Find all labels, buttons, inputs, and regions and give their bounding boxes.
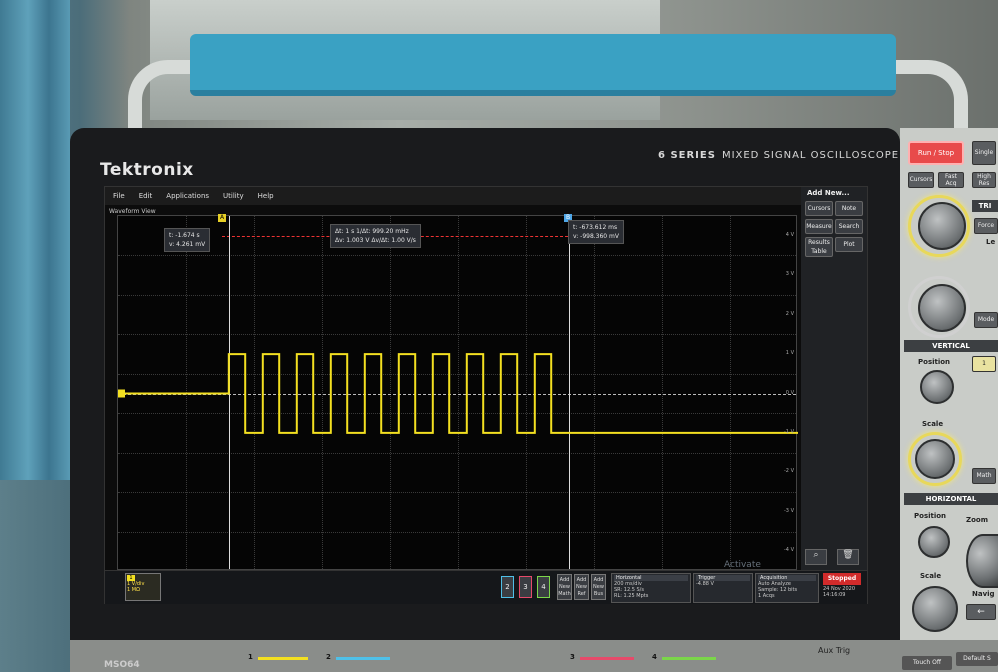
mode-button[interactable]: Mode	[974, 312, 998, 328]
add-new-panel: Add New... Cursors Note Measure Search R…	[801, 187, 867, 570]
curtain	[0, 0, 70, 480]
ch4-front-label: 4	[652, 653, 657, 661]
vertical-scale-label: Scale	[922, 420, 944, 428]
add-new-title: Add New...	[807, 189, 850, 197]
high-res-button[interactable]: High Res	[972, 172, 996, 188]
volt-tick-label: -4 V	[784, 547, 794, 554]
ch3-front-label: 3	[570, 653, 575, 661]
horizontal-section-label: HORIZONTAL	[904, 493, 998, 505]
navigate-label: Navig	[972, 590, 995, 598]
ch4-color-bar	[662, 657, 716, 660]
level-label: Le	[986, 238, 996, 246]
menu-applications[interactable]: Applications	[166, 192, 209, 200]
horizontal-scale-label: Scale	[920, 572, 942, 580]
add-bus-button[interactable]: Add New Bus	[591, 574, 606, 600]
vertical-section-label: VERTICAL	[904, 340, 998, 352]
default-setup-button[interactable]: Default S	[956, 652, 998, 666]
front-bottom-strip	[70, 640, 998, 672]
menu-bar: File Edit Applications Utility Help	[105, 187, 867, 205]
scope-screen[interactable]: File Edit Applications Utility Help Wave…	[104, 186, 868, 604]
horizontal-recordlength: RL: 1.25 Mpts	[614, 593, 649, 599]
ch1-trace	[118, 353, 798, 434]
results-table-button[interactable]: Results Table	[805, 237, 833, 257]
math-button[interactable]: Math	[972, 468, 996, 484]
status-badge[interactable]: Stopped	[823, 573, 861, 585]
cursor-b-knob[interactable]	[918, 284, 966, 332]
series-label: 6 SERIES MIXED SIGNAL OSCILLOSCOPE	[658, 150, 899, 161]
horizontal-badge[interactable]: Horizontal 200 ms/div SR: 12.5 S/s RL: 1…	[611, 573, 691, 603]
series-number: 6 SERIES	[658, 150, 716, 161]
menu-file[interactable]: File	[113, 192, 125, 200]
vertical-ch1-button[interactable]: 1	[972, 356, 996, 372]
menu-utility[interactable]: Utility	[223, 192, 244, 200]
waveform-trace-svg	[118, 353, 798, 434]
waveform-view-label: Waveform View	[109, 208, 156, 215]
zoom-knob[interactable]	[966, 534, 998, 588]
time-text: 14:16:09	[823, 592, 846, 598]
trigger-level: -4.88 V	[696, 581, 714, 587]
ch3-button[interactable]: 3	[519, 576, 532, 598]
single-button[interactable]: Single	[972, 141, 996, 165]
ch1-front-label: 1	[248, 653, 253, 661]
run-stop-button[interactable]: Run / Stop	[908, 141, 964, 165]
ch2-color-bar	[336, 657, 390, 660]
plot-button[interactable]: Plot	[835, 237, 863, 252]
ch4-button[interactable]: 4	[537, 576, 550, 598]
menu-edit[interactable]: Edit	[139, 192, 153, 200]
waveform-plot[interactable]: A B t: -1.674 s v: 4.261 mV Δt: 1 s 1/Δt…	[117, 214, 798, 580]
datetime: 24 Nov 2020 14:16:09	[823, 586, 863, 598]
search-button[interactable]: Search	[835, 219, 863, 234]
volt-tick-label: 3 V	[785, 271, 794, 278]
series-description: MIXED SIGNAL OSCILLOSCOPE	[721, 150, 900, 161]
add-math-button[interactable]: Add New Math	[557, 574, 572, 600]
volt-tick-label: 1 V	[785, 350, 794, 357]
vertical-scale-knob[interactable]	[915, 439, 955, 479]
volt-tick-label: -3 V	[784, 507, 794, 514]
volt-tick-label: -2 V	[784, 468, 794, 475]
ch1-color-bar	[258, 657, 308, 660]
ch2-button[interactable]: 2	[501, 576, 514, 598]
zoom-label: Zoom	[966, 516, 988, 524]
ch2-front-label: 2	[326, 653, 331, 661]
aux-trig-label: Aux Trig	[818, 646, 851, 655]
ch1-badge[interactable]: 1 1 V/div 1 MΩ	[125, 573, 161, 601]
trash-icon[interactable]: 🗑	[837, 549, 859, 565]
zoom-icon[interactable]: ⌕	[805, 549, 827, 565]
ch3-color-bar	[580, 657, 634, 660]
measure-button[interactable]: Measure	[805, 219, 833, 234]
force-button[interactable]: Force	[974, 218, 998, 234]
volt-tick-label: -1 V	[784, 428, 794, 435]
trigger-badge[interactable]: Trigger -4.88 V	[693, 573, 753, 603]
acquisition-count: 1 Acqs	[758, 593, 775, 599]
model-label: MSO64	[104, 660, 140, 670]
horizontal-position-knob[interactable]	[918, 526, 950, 558]
add-ref-button[interactable]: Add New Ref	[574, 574, 589, 600]
note-button[interactable]: Note	[835, 201, 863, 216]
settings-bar: 1 1 V/div 1 MΩ 2 3 4 Add New Math Add Ne…	[105, 570, 867, 604]
carry-handle	[190, 34, 896, 96]
ch1-ground-marker[interactable]	[118, 389, 125, 398]
cursor-a-knob[interactable]	[918, 202, 966, 250]
volt-tick-label: 4 V	[785, 231, 794, 238]
horizontal-scale-knob[interactable]	[912, 586, 958, 632]
horizontal-position-label: Position	[914, 512, 947, 520]
vertical-position-knob[interactable]	[920, 370, 954, 404]
fast-acq-button[interactable]: Fast Acq	[938, 172, 964, 188]
brand-logo: Tektronix	[100, 160, 194, 180]
touch-off-button[interactable]: Touch Off	[902, 656, 952, 670]
trigger-section-label: TRI	[972, 200, 998, 212]
volt-tick-label: 2 V	[785, 310, 794, 317]
ch1-impedance: 1 MΩ	[127, 587, 140, 593]
navigate-left-icon[interactable]: ←	[966, 604, 996, 620]
menu-help[interactable]: Help	[258, 192, 274, 200]
volt-tick-label: 0 V	[785, 389, 794, 396]
acquisition-badge[interactable]: Acquisition Auto Analyze Sample: 12 bits…	[755, 573, 819, 603]
vertical-position-label: Position	[918, 358, 951, 366]
cursors-hw-button[interactable]: Cursors	[908, 172, 934, 188]
cursors-button[interactable]: Cursors	[805, 201, 833, 216]
